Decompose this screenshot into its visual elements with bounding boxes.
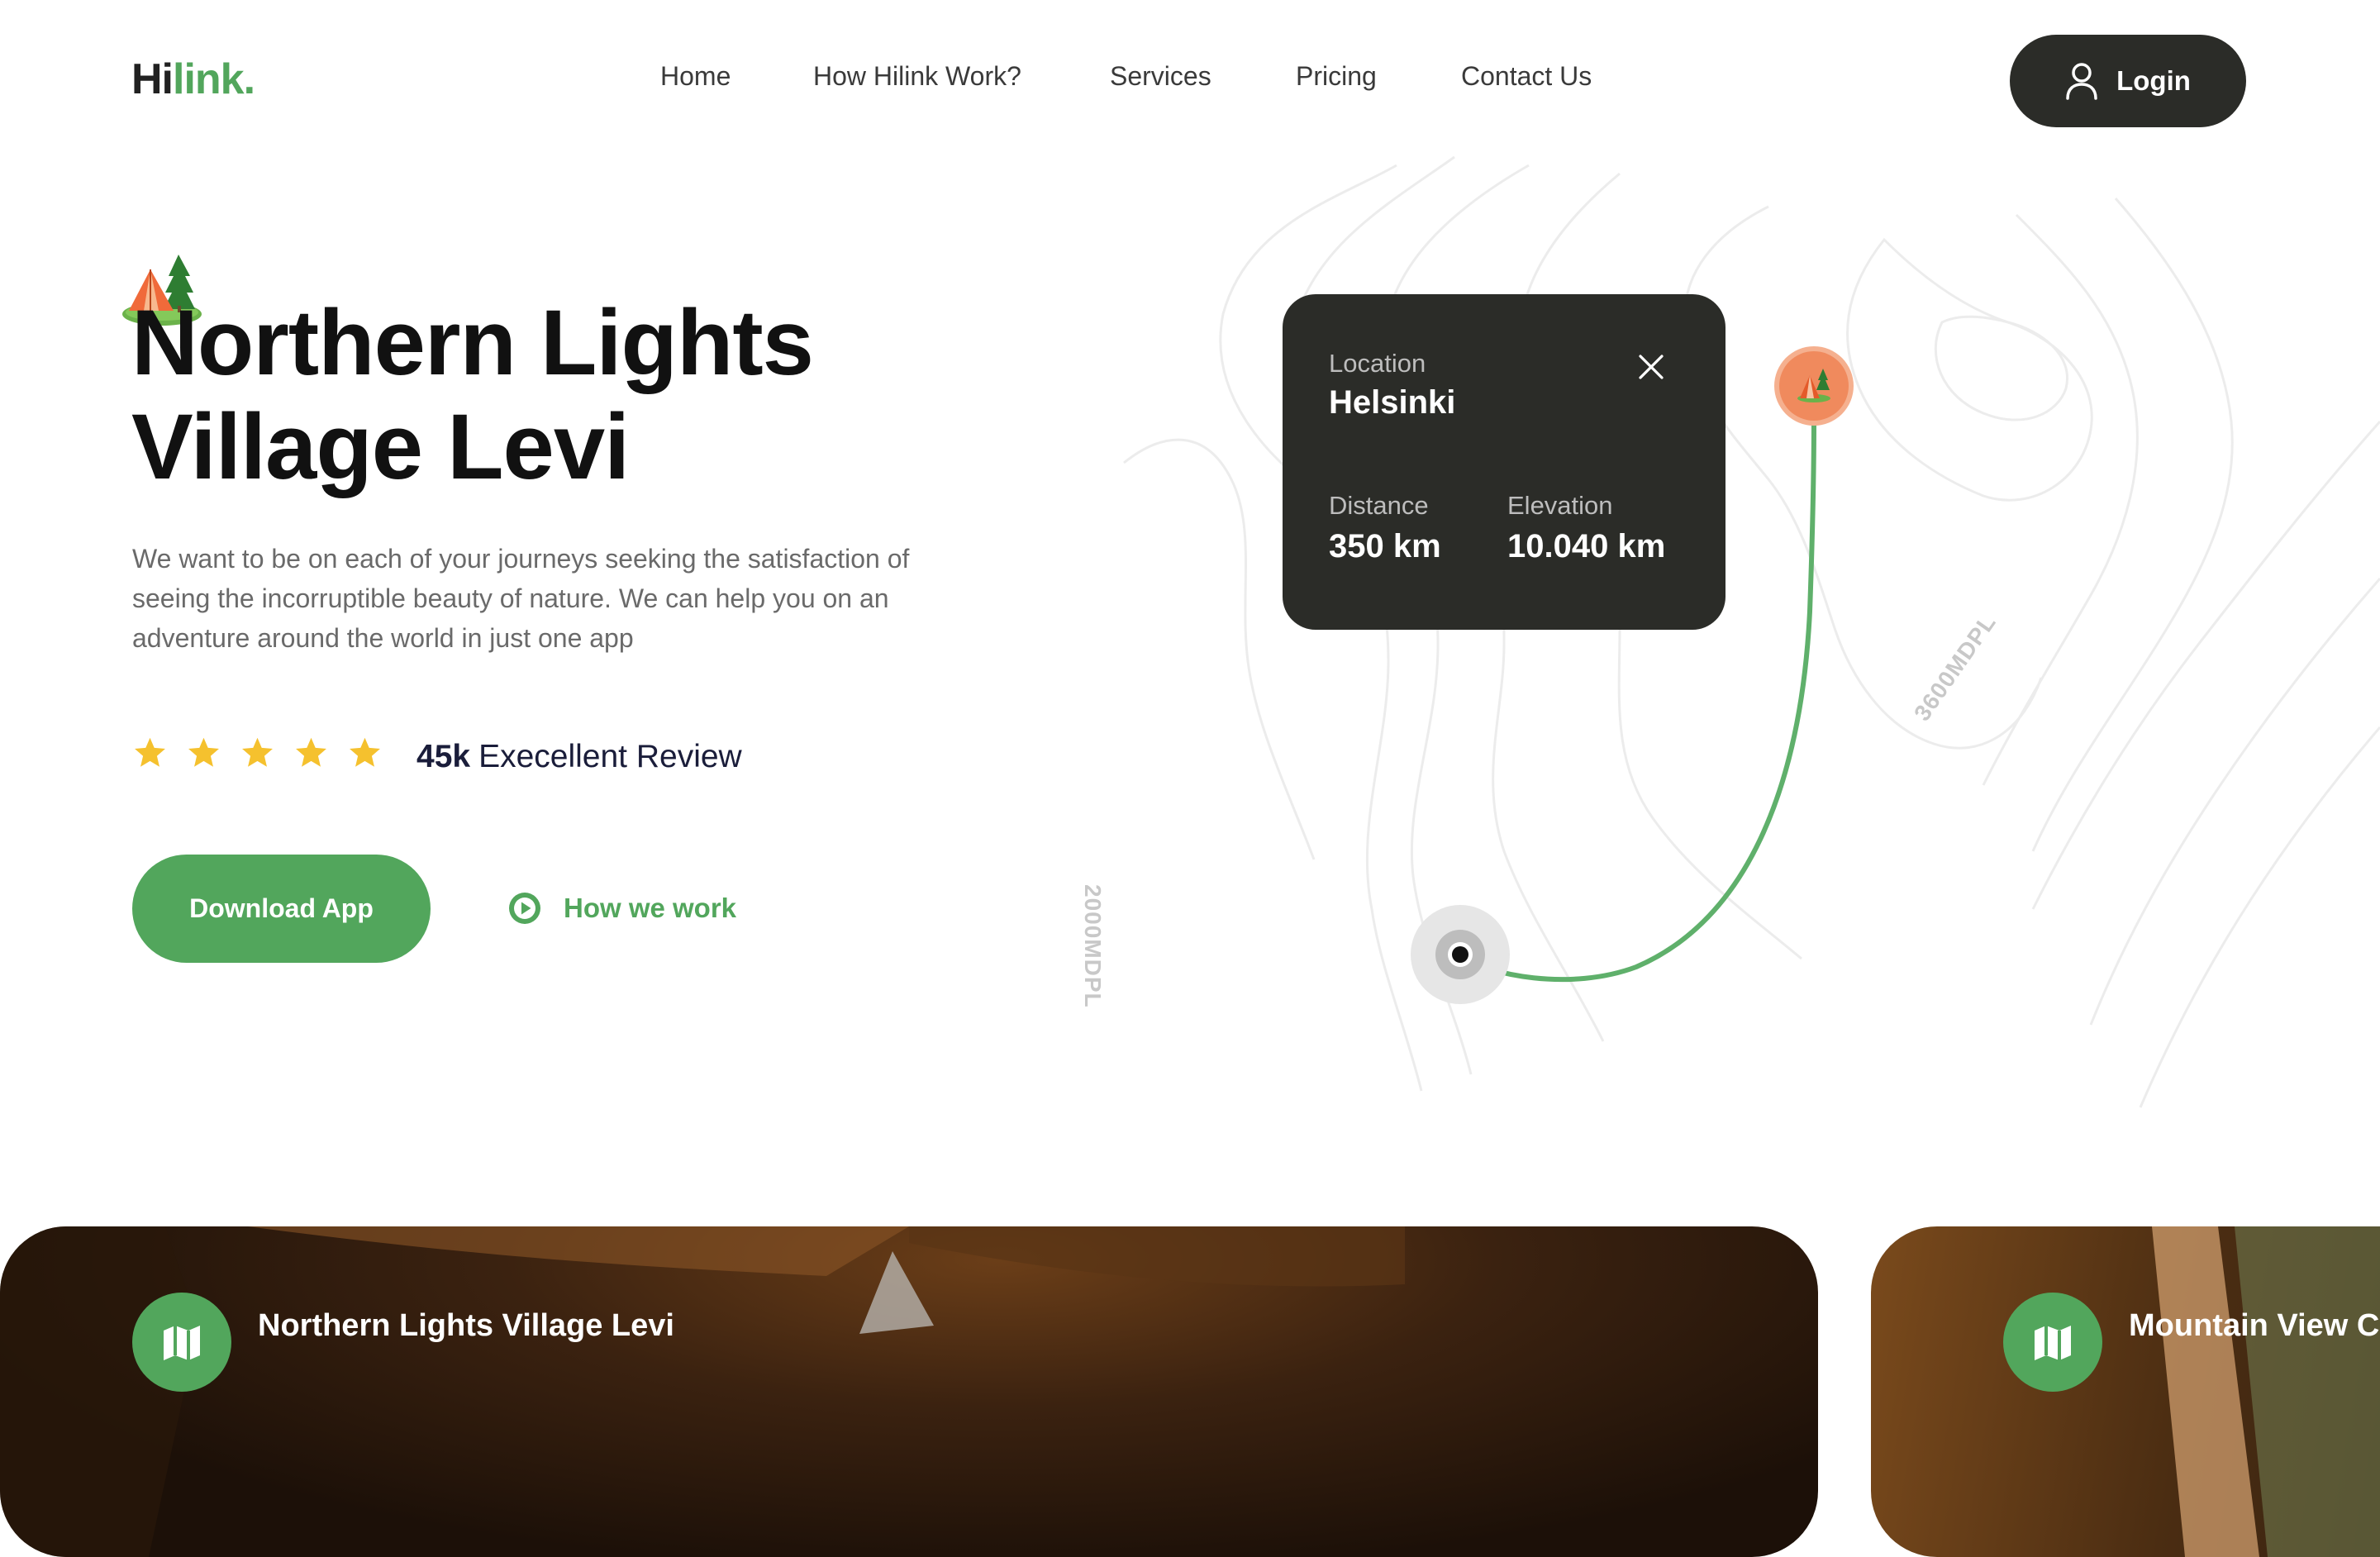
user-icon [2066,63,2097,100]
rating-stars [132,736,383,778]
star-icon [350,737,380,767]
route-path [1457,419,1816,983]
login-label: Login [2116,65,2191,96]
destination-pin-icon[interactable] [1772,344,1856,428]
star-icon [135,737,165,767]
review-count: 45k [416,739,471,774]
destination-card[interactable]: Mountain View Ca [1871,1226,2380,1557]
review-summary: 45k Execellent Review [416,734,742,780]
nav-services[interactable]: Services [1110,56,1211,96]
logo-text-link: link. [173,55,255,103]
card-title: Mountain View Ca [2129,1308,2380,1343]
elevation-value: 10.040 km [1507,528,1666,564]
login-button[interactable]: Login [2010,35,2246,127]
location-info-card: Location Helsinki Distance 350 km Elevat… [1283,294,1726,630]
hero-title-line-1: Northern Lights [131,291,814,394]
nav-contact-us[interactable]: Contact Us [1461,56,1592,96]
how-we-work-link[interactable]: How we work [507,889,736,927]
download-app-button[interactable]: Download App [132,855,431,963]
card-photo-shapes [2152,1226,2380,1557]
logo-text-hi: Hi [131,55,174,103]
hero-title-line-2: Village Levi [131,395,630,498]
star-icon [188,737,219,767]
review-text: Execellent Review [478,739,742,774]
download-app-label: Download App [189,893,374,923]
star-icon [296,737,326,767]
play-circle-icon [509,893,540,924]
destination-card[interactable]: Northern Lights Village Levi [0,1226,1818,1557]
map-icon [2003,1293,2102,1392]
logo[interactable]: Hilink. [131,53,255,106]
nav-pricing[interactable]: Pricing [1296,56,1377,96]
card-photo-shapes [0,1226,1405,1557]
card-title: Northern Lights Village Levi [258,1308,674,1343]
nav-home[interactable]: Home [660,56,731,96]
hero-title: Northern Lights Village Levi [131,291,958,499]
distance-label: Distance [1329,491,1429,520]
location-value: Helsinki [1329,384,1456,421]
route-map [1041,149,2380,1124]
origin-point-icon[interactable] [1410,904,1511,1005]
nav-how-hilink-work[interactable]: How Hilink Work? [813,56,1021,96]
elevation-label-low: 2000MDPL [1080,884,1106,1008]
elevation-label: Elevation [1507,491,1613,520]
how-we-work-label: How we work [564,893,737,923]
hero-description: We want to be on each of your journeys s… [132,544,910,653]
map-icon [132,1293,231,1392]
close-icon[interactable] [1638,354,1664,380]
distance-value: 350 km [1329,528,1441,564]
location-label: Location [1329,349,1426,378]
star-icon [242,737,273,767]
